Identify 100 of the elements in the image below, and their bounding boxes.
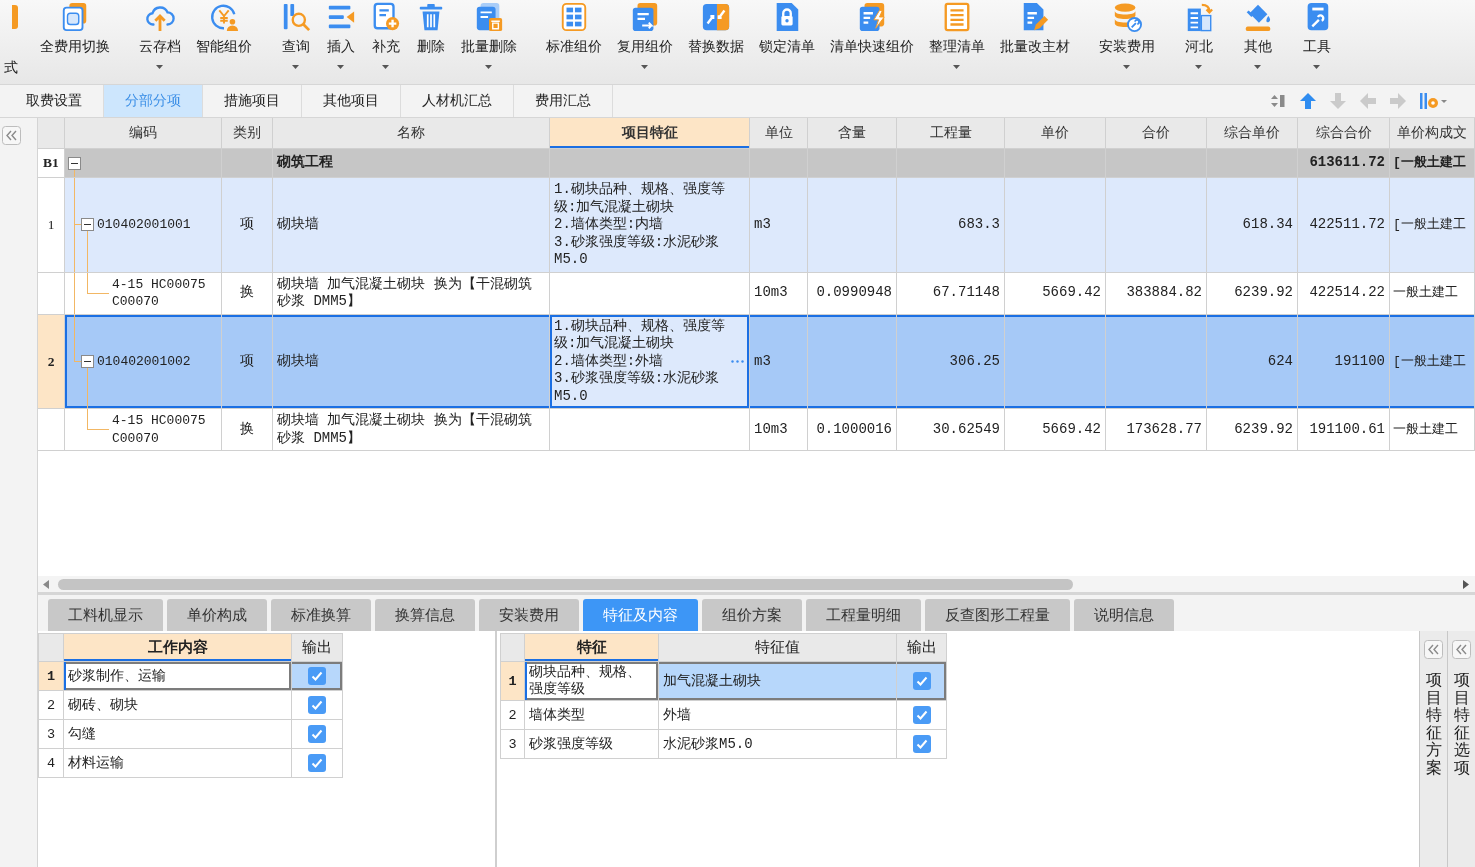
table-cell: 624	[1207, 314, 1298, 409]
minus-box-icon[interactable]	[81, 354, 94, 368]
column-header: 含量	[808, 118, 897, 149]
arrow-up-icon[interactable]	[1300, 93, 1316, 109]
table-cell: 0.1000016	[808, 409, 897, 451]
toolbar-button[interactable]: 安装费用	[1091, 0, 1162, 84]
table-cell: m3	[750, 314, 808, 409]
checkbox[interactable]	[308, 667, 326, 685]
toolbar-button[interactable]: 其他	[1235, 0, 1280, 84]
toolbar-button[interactable]: 云存档	[131, 0, 188, 84]
tab[interactable]: 说明信息	[1074, 599, 1174, 631]
toolbar-button[interactable]: 式	[0, 0, 18, 84]
table-cell: m3	[750, 178, 808, 273]
table-cell: 墙体类型	[525, 701, 659, 730]
tab[interactable]: 标准换算	[271, 599, 371, 631]
minus-box-icon[interactable]	[81, 218, 94, 232]
toolbar-button[interactable]: 标准组价	[538, 0, 609, 84]
tab[interactable]: 安装费用	[479, 599, 579, 631]
item-code: 010402001002	[96, 352, 191, 370]
row-number: 1	[500, 662, 525, 701]
yen-circle-icon	[208, 2, 239, 32]
table-cell: 外墙	[659, 701, 897, 730]
toolbar-button[interactable]: 河北	[1176, 0, 1221, 84]
table-cell: 6239.92	[1207, 272, 1298, 315]
table-cell: 10m3	[750, 409, 808, 451]
column-settings-icon[interactable]	[1420, 92, 1448, 110]
table-cell: 10m3	[750, 272, 808, 315]
column-header: 输出	[292, 633, 343, 662]
toolbar-button[interactable]: 查询	[273, 0, 318, 84]
checkbox[interactable]	[912, 672, 931, 690]
tab[interactable]: 换算信息	[375, 599, 475, 631]
column-header: 综合单价	[1207, 118, 1298, 149]
table-cell: 422514.22	[1298, 272, 1390, 315]
toolbar-button[interactable]: 批量删除	[453, 0, 524, 84]
scroll-right-icon[interactable]	[1463, 579, 1469, 589]
double-chevron-left-icon[interactable]	[1452, 640, 1471, 659]
table-cell: 30.62549	[897, 409, 1005, 451]
row-number: 1	[38, 178, 65, 273]
checkbox[interactable]	[308, 754, 326, 772]
table-cell: 砂浆强度等级	[525, 730, 659, 759]
table-cell: [一般土建工	[1390, 314, 1475, 409]
double-chevron-left-icon[interactable]	[1424, 640, 1443, 659]
tab[interactable]: 单价构成	[167, 599, 267, 631]
row-number: 3	[500, 730, 525, 759]
table-cell: [一般土建工	[1390, 149, 1475, 178]
toolbar-button[interactable]: 替换数据	[680, 0, 751, 84]
sort-icon[interactable]	[1270, 93, 1286, 109]
table-cell	[750, 149, 808, 178]
scrollbar-thumb[interactable]	[58, 578, 1073, 590]
tab[interactable]: 反查图形工程量	[925, 599, 1070, 631]
toolbar-button[interactable]: 全费用切换	[32, 0, 117, 84]
column-header: 单位	[750, 118, 808, 149]
checkbox[interactable]	[308, 696, 326, 714]
minus-box-icon[interactable]	[68, 156, 81, 170]
tab[interactable]: 组价方案	[702, 599, 802, 631]
item-code: 4-15 HC00075 C00070	[111, 412, 207, 447]
scroll-left-icon[interactable]	[43, 579, 49, 589]
vertical-label[interactable]: 项目特征方案	[1425, 671, 1442, 777]
table-cell: 砌砖、砌块	[64, 691, 292, 720]
toolbar-button[interactable]: 锁定清单	[751, 0, 822, 84]
table-cell: 5669.42	[1005, 272, 1106, 315]
column-header: 综合合价	[1298, 118, 1390, 149]
toolbar-button[interactable]: 补充	[363, 0, 408, 84]
table-cell: 一般土建工	[1390, 409, 1475, 451]
column-header: 名称	[273, 118, 550, 149]
toolbar-button[interactable]: 批量改主材	[992, 0, 1077, 84]
table-cell: 422511.72	[1298, 178, 1390, 273]
table-cell: 618.34	[1207, 178, 1298, 273]
table-cell: 材料运输	[64, 749, 292, 778]
table-cell: 砌块墙	[273, 314, 550, 409]
checkbox[interactable]	[912, 706, 931, 724]
table-cell: 项	[222, 314, 273, 409]
swap-icon	[700, 2, 731, 32]
double-chevron-left-icon[interactable]	[2, 126, 21, 145]
table-cell: 砌块墙 加气混凝土砌块 换为【干混砌筑砂浆 DMM5】	[273, 409, 550, 451]
column-header: 单价构成文	[1390, 118, 1475, 149]
checkbox[interactable]	[912, 735, 931, 753]
table-cell: 0.0990948	[808, 272, 897, 315]
toolbar-button[interactable]: 复用组价	[609, 0, 680, 84]
tab[interactable]: 工程量明细	[806, 599, 921, 631]
row-number: B1	[38, 149, 65, 178]
column-header: 合价	[1106, 118, 1207, 149]
checkbox[interactable]	[308, 725, 326, 743]
tab[interactable]: 工料机显示	[48, 599, 163, 631]
table-cell: 换	[222, 409, 273, 451]
item-code: 4-15 HC00075 C00070	[111, 275, 207, 311]
vertical-label[interactable]: 项目特征选项	[1453, 671, 1470, 777]
table-cell: 613611.72	[1298, 149, 1390, 178]
table-cell: 砌块品种、规格、强度等级	[525, 662, 659, 701]
toolbar-button[interactable]: 工具	[1294, 0, 1339, 84]
column-header: 工程量	[897, 118, 1005, 149]
toolbar-button[interactable]: 整理清单	[921, 0, 992, 84]
toolbar-button[interactable]: 智能组价	[188, 0, 259, 84]
table-cell: 砌块墙 加气混凝土砌块 换为【干混砌筑砂浆 DMM5】	[273, 272, 550, 315]
toolbar-button[interactable]: 清单快速组价	[822, 0, 921, 84]
table-cell-text: 1.砌块品种、规格、强度等级:加气混凝土砌块 2.墙体类型:外墙 3.砂浆强度等级:水泥砂浆M5.0	[554, 317, 726, 405]
toolbar-button[interactable]: 删除	[408, 0, 453, 84]
toolbar-button[interactable]: 插入	[318, 0, 363, 84]
more-icon[interactable]	[731, 359, 744, 363]
item-code: 010402001001	[96, 216, 191, 234]
